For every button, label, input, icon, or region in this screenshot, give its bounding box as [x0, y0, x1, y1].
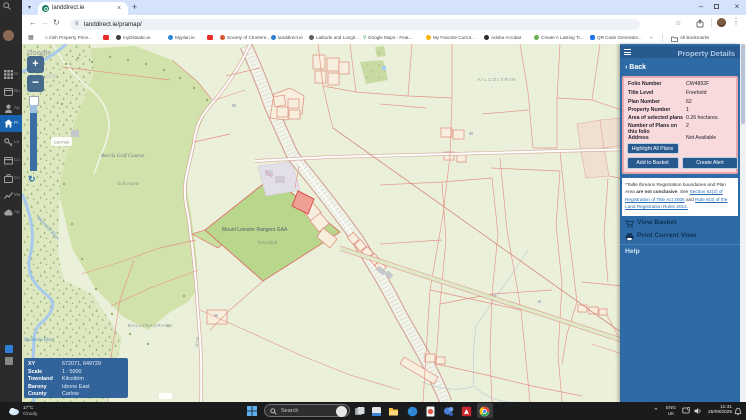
- svg-text:Car Park: Car Park: [54, 141, 69, 145]
- svg-text:BALLYNAGRANE: BALLYNAGRANE: [128, 323, 173, 328]
- svg-text:Borris Golf Course: Borris Golf Course: [101, 152, 145, 159]
- svg-text:Golf course: Golf course: [117, 181, 140, 186]
- svg-text:Mountain River: Mountain River: [23, 338, 54, 343]
- svg-text:Mount Leinster Rangers GAA: Mount Leinster Rangers GAA: [222, 227, 288, 233]
- svg-text:GAN: GAN: [46, 74, 57, 80]
- svg-text:GAA Club: GAA Club: [258, 240, 278, 245]
- svg-text:R724: R724: [194, 336, 200, 347]
- svg-text:KILCOLTRIM: KILCOLTRIM: [478, 77, 516, 82]
